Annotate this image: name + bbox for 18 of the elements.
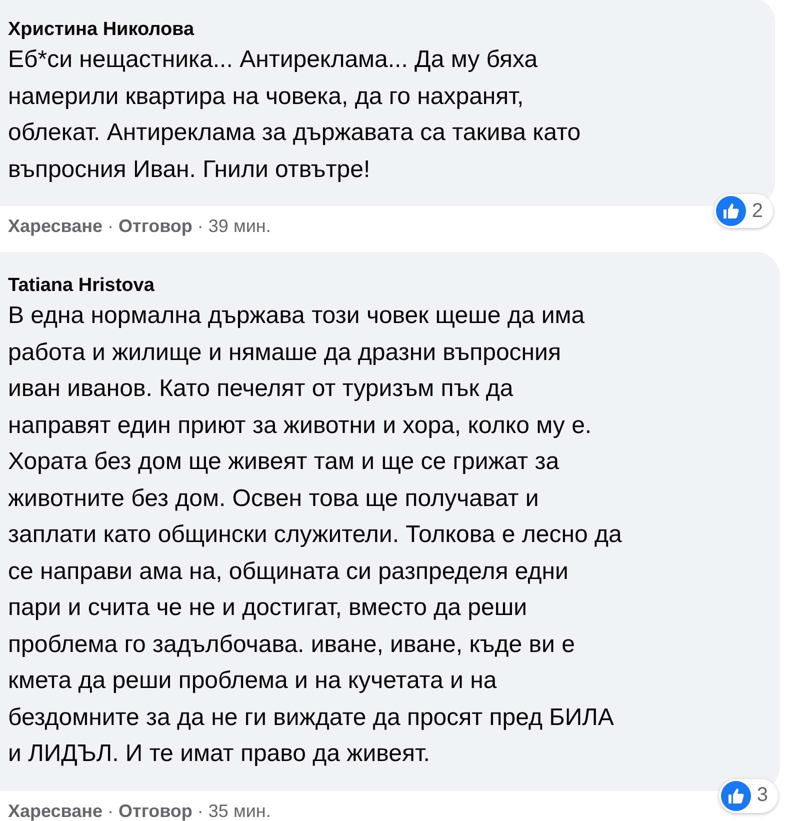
separator-dot: · bbox=[108, 800, 114, 821]
reaction-count[interactable]: 2 bbox=[714, 194, 773, 228]
like-icon bbox=[716, 196, 746, 226]
author-name[interactable]: Tatiana Hristova bbox=[8, 274, 770, 298]
timestamp[interactable]: 39 мин. bbox=[208, 214, 271, 238]
separator-dot: · bbox=[197, 800, 204, 821]
action-link[interactable]: Отговор bbox=[118, 798, 192, 821]
comment-text: Еб*си нещастника... Антиреклама... Да му бяха намерили квартира на човека, да го нахранят, облекат. Антиреклама за държавата са такива като въпросния Иван. Гнили отвътре! bbox=[8, 45, 582, 184]
reaction-count[interactable]: 3 bbox=[718, 778, 778, 812]
author-name[interactable]: Христина Николова bbox=[8, 18, 765, 42]
separator-dot: · bbox=[108, 215, 114, 238]
action-link[interactable]: Харесване bbox=[8, 214, 103, 238]
action-link[interactable]: Отговор bbox=[118, 214, 192, 238]
separator-dot: · bbox=[197, 215, 204, 238]
timestamp[interactable]: 35 мин. bbox=[208, 798, 271, 821]
comment-text: В една нормална държава този човек щеше да има работа и жилище и нямаше да дразни въпросния иван иванов. Като печелят от туризъм пък да направят един приют за животни и хора, колко му е. Хората без дом ще живеят там и ще се грижат за животните без дом. Освен това ще получават и заплати като общински служители. Толкова е лесно да се направи ама на, общината си разпределя едни пари и счита че не и достигат, вместо да реши проблема го задълбочава. иване, иване, къде ви е кмета да реши проблема и на кучетата и на бездомните за да не ги виждате да просят пред БИЛА и ЛИДЪЛ. И те имат право да живеят. bbox=[8, 301, 623, 769]
action-link[interactable]: Харесване bbox=[8, 798, 103, 821]
like-icon bbox=[720, 780, 751, 810]
